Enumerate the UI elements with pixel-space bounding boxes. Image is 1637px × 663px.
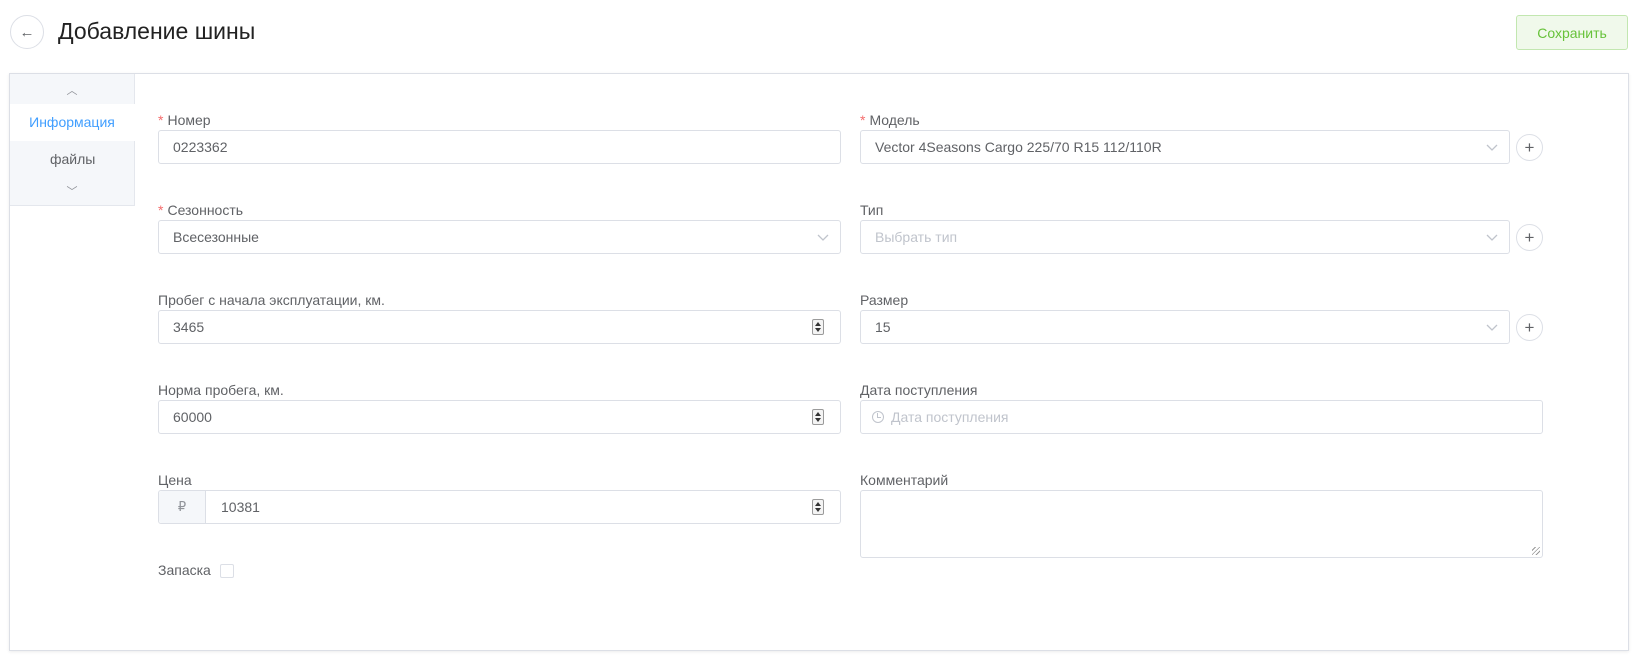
size-value: 15 xyxy=(875,319,891,335)
plus-icon: + xyxy=(1524,137,1535,157)
add-model-button[interactable]: + xyxy=(1516,134,1543,161)
mileage-value: 3465 xyxy=(173,319,205,335)
price-label: Цена xyxy=(158,472,192,488)
receipt-date-label: Дата поступления xyxy=(860,382,978,398)
number-value: 0223362 xyxy=(173,139,228,155)
number-stepper[interactable] xyxy=(812,409,824,425)
mileage-norm-label: Норма пробега, км. xyxy=(158,382,284,398)
season-label: * Сезонность xyxy=(158,202,243,218)
tabs-scroll-down-icon[interactable]: ﹀ xyxy=(10,177,134,205)
back-button[interactable]: ← xyxy=(10,15,44,49)
mileage-input[interactable]: 3465 xyxy=(158,310,841,344)
arrow-left-icon: ← xyxy=(19,23,35,41)
tab-information[interactable]: Информация xyxy=(10,104,135,141)
receipt-date-field: Дата поступления Дата поступления xyxy=(860,382,1544,442)
price-value: 10381 xyxy=(221,499,260,515)
type-field: Тип Выбрать тип + xyxy=(860,202,1544,262)
size-select[interactable]: 15 xyxy=(860,310,1510,344)
clock-icon xyxy=(872,411,884,423)
comment-textarea[interactable] xyxy=(860,490,1543,558)
number-field: * Номер 0223362 xyxy=(158,112,842,172)
model-field: * Модель Vector 4Seasons Cargo 225/70 R15… xyxy=(860,112,1544,172)
page-header: ← Добавление шины Сохранить xyxy=(0,0,1637,70)
model-select[interactable]: Vector 4Seasons Cargo 225/70 R15 112/110… xyxy=(860,130,1510,164)
comment-field: Комментарий xyxy=(860,472,1544,562)
comment-label: Комментарий xyxy=(860,472,949,488)
mileage-norm-input[interactable]: 60000 xyxy=(158,400,841,434)
receipt-date-placeholder: Дата поступления xyxy=(891,409,1009,425)
season-select[interactable]: Всесезонные xyxy=(158,220,841,254)
chevron-down-icon xyxy=(817,234,829,241)
receipt-date-picker[interactable]: Дата поступления xyxy=(860,400,1543,434)
save-button[interactable]: Сохранить xyxy=(1516,15,1628,50)
mileage-field: Пробег с начала эксплуатации, км. 3465 xyxy=(158,292,842,352)
size-field: Размер 15 + xyxy=(860,292,1544,352)
mileage-norm-field: Норма пробега, км. 60000 xyxy=(158,382,842,442)
size-label: Размер xyxy=(860,292,909,308)
plus-icon: + xyxy=(1524,227,1535,247)
number-label-text: Номер xyxy=(167,112,211,128)
number-label: * Номер xyxy=(158,112,211,128)
season-label-text: Сезонность xyxy=(167,202,244,218)
number-stepper[interactable] xyxy=(812,499,824,515)
season-value: Всесезонные xyxy=(173,229,259,245)
model-value: Vector 4Seasons Cargo 225/70 R15 112/110… xyxy=(875,139,1162,155)
number-stepper[interactable] xyxy=(812,319,824,335)
tab-files[interactable]: файлы xyxy=(10,141,135,178)
type-placeholder: Выбрать тип xyxy=(875,229,958,245)
form-card: ︿ Информация файлы ﹀ * Номер 0223362 * Сез… xyxy=(9,73,1629,651)
add-type-button[interactable]: + xyxy=(1516,224,1543,251)
type-label: Тип xyxy=(860,202,884,218)
chevron-down-icon xyxy=(1486,144,1498,151)
mileage-label: Пробег с начала эксплуатации, км. xyxy=(158,292,385,308)
required-mark: * xyxy=(158,112,164,128)
required-mark: * xyxy=(860,112,866,128)
plus-icon: + xyxy=(1524,317,1535,337)
spare-checkbox[interactable] xyxy=(220,564,234,578)
required-mark: * xyxy=(158,202,164,218)
tabs-scroll-up-icon[interactable]: ︿ xyxy=(10,76,134,104)
type-select[interactable]: Выбрать тип xyxy=(860,220,1510,254)
season-field: * Сезонность Всесезонные xyxy=(158,202,842,262)
price-field: Цена ₽ 10381 xyxy=(158,472,842,532)
price-input[interactable]: ₽ 10381 xyxy=(158,490,841,524)
page-title: Добавление шины xyxy=(58,18,256,44)
model-label-text: Модель xyxy=(869,112,920,128)
currency-prefix: ₽ xyxy=(159,491,206,523)
chevron-down-icon xyxy=(1486,234,1498,241)
spare-field: Запаска xyxy=(158,562,358,582)
resize-handle-icon[interactable] xyxy=(1532,547,1540,555)
spare-label: Запаска xyxy=(158,562,211,578)
add-size-button[interactable]: + xyxy=(1516,314,1543,341)
model-label: * Модель xyxy=(860,112,920,128)
chevron-down-icon xyxy=(1486,324,1498,331)
side-tabs: ︿ Информация файлы ﹀ xyxy=(10,74,135,206)
number-input[interactable]: 0223362 xyxy=(158,130,841,164)
mileage-norm-value: 60000 xyxy=(173,409,212,425)
